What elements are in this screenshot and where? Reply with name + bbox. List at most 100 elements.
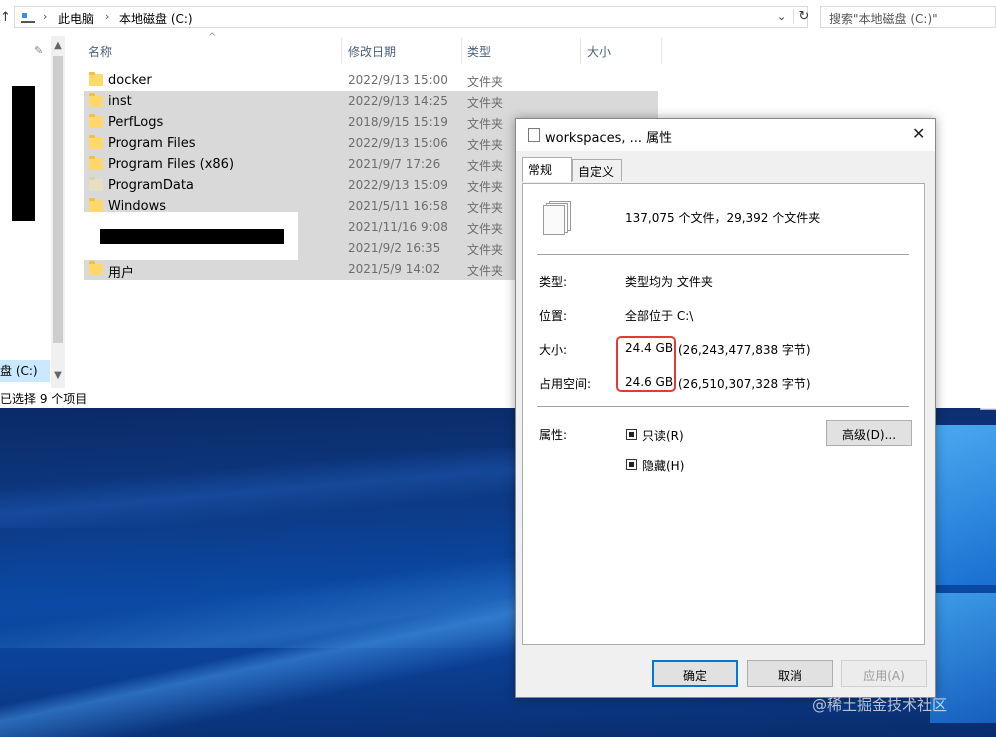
disk-usage-label: 占用空间: (539, 377, 592, 391)
folder-icon (89, 156, 103, 170)
search-input[interactable]: 搜索"本地磁盘 (C:)" (820, 6, 996, 28)
redacted-block (84, 212, 298, 260)
file-name: ProgramData (108, 178, 194, 193)
readonly-label[interactable]: 只读(R) (642, 427, 684, 444)
readonly-checkbox[interactable] (626, 429, 637, 440)
ok-button[interactable]: 确定 (652, 660, 738, 687)
column-divider[interactable] (341, 38, 342, 64)
file-type: 文件夹 (467, 243, 504, 257)
this-pc-icon (21, 13, 35, 23)
tab-custom[interactable]: 自定义 (572, 159, 622, 181)
file-type: 文件夹 (467, 96, 504, 110)
file-date: 2018/9/15 15:19 (348, 115, 448, 129)
file-name: inst (108, 94, 132, 109)
column-divider[interactable] (661, 38, 662, 64)
advanced-button[interactable]: 高级(D)... (826, 420, 912, 446)
file-name: Program Files (108, 136, 196, 151)
type-value: 类型均为 文件夹 (625, 275, 713, 289)
column-header-type[interactable]: 类型 (467, 43, 491, 60)
file-type: 文件夹 (467, 180, 504, 194)
file-name: docker (108, 73, 152, 88)
wallpaper-light-beam (0, 448, 600, 528)
file-type: 文件夹 (467, 222, 504, 236)
file-type: 文件夹 (467, 201, 504, 215)
file-date: 2022/9/13 15:00 (348, 73, 448, 87)
files-count-summary: 137,075 个文件，29,392 个文件夹 (625, 211, 821, 225)
type-label: 类型: (539, 275, 568, 289)
file-row[interactable]: docker 2022/9/13 15:00 文件夹 (84, 70, 658, 91)
nav-item-local-disk[interactable]: 盘 (C:) (0, 360, 50, 382)
folder-icon (89, 261, 103, 275)
breadcrumb-this-pc[interactable]: 此电脑 (58, 10, 94, 27)
file-row[interactable]: inst 2022/9/13 14:25 文件夹 (84, 91, 658, 112)
chevron-right-icon[interactable]: › (43, 10, 47, 23)
chevron-down-icon[interactable]: ⌄ (777, 10, 786, 23)
file-name: PerfLogs (108, 115, 164, 130)
column-header-name[interactable]: 名称 (88, 43, 112, 60)
folder-icon (89, 72, 103, 86)
sort-up-icon: ^ (208, 32, 217, 43)
divider (537, 406, 909, 407)
file-date: 2022/9/13 15:06 (348, 136, 448, 150)
folder-icon (89, 93, 103, 107)
file-type: 文件夹 (467, 117, 504, 131)
dialog-titlebar[interactable]: workspaces, ... 属性 ✕ (516, 119, 935, 151)
divider (537, 254, 909, 255)
file-date: 2021/9/2 16:35 (348, 241, 441, 255)
size-bytes: (26,243,477,838 字节) (678, 343, 811, 357)
location-label: 位置: (539, 309, 568, 323)
chevron-down-icon[interactable]: ▼ (51, 370, 65, 381)
file-type: 文件夹 (467, 75, 504, 89)
scrollbar-thumb[interactable] (53, 56, 63, 343)
properties-dialog: workspaces, ... 属性 ✕ 常规 自定义 137,075 个文件，… (515, 118, 936, 698)
file-type: 文件夹 (467, 138, 504, 152)
file-date: 2021/11/16 9:08 (348, 220, 448, 234)
file-type: 文件夹 (467, 159, 504, 173)
refresh-icon[interactable]: ↻ (793, 9, 812, 24)
file-date: 2022/9/13 15:09 (348, 178, 448, 192)
red-highlight-box (616, 336, 676, 392)
file-date: 2021/5/9 14:02 (348, 262, 441, 276)
properties-icon (528, 126, 543, 142)
column-header-date[interactable]: 修改日期 (348, 43, 396, 60)
column-divider[interactable] (580, 38, 581, 64)
file-name: 用户 (108, 266, 135, 281)
folder-icon (89, 135, 103, 149)
windows-logo (930, 425, 996, 723)
address-bar: ↑ › 此电脑 › 本地磁盘 (C:) ⌄ ↻ (0, 6, 810, 28)
general-tab-panel: 137,075 个文件，29,392 个文件夹 类型: 类型均为 文件夹 位置:… (522, 183, 925, 645)
column-header-size[interactable]: 大小 (587, 43, 611, 60)
folder-icon (89, 198, 103, 212)
file-name: Program Files (x86) (108, 157, 235, 172)
folder-icon (89, 114, 103, 128)
dialog-title: workspaces, ... 属性 (545, 131, 673, 146)
redacted-bar (100, 229, 284, 244)
redacted-block (12, 86, 35, 221)
close-icon[interactable]: ✕ (912, 124, 925, 143)
tab-general[interactable]: 常规 (522, 157, 572, 182)
multiple-files-icon (543, 201, 571, 235)
hidden-checkbox[interactable] (626, 459, 637, 470)
cancel-button[interactable]: 取消 (747, 660, 833, 687)
size-label: 大小: (539, 343, 568, 357)
navigation-pane: ✎ ▲ ▼ (0, 36, 66, 388)
file-date: 2021/5/11 16:58 (348, 199, 448, 213)
chevron-up-icon[interactable]: ▲ (51, 40, 65, 51)
hidden-label[interactable]: 隐藏(H) (642, 457, 684, 474)
folder-icon (89, 177, 103, 191)
nav-scrollbar[interactable]: ▲ ▼ (51, 36, 65, 388)
chevron-right-icon[interactable]: › (105, 10, 109, 23)
attributes-label: 属性: (539, 428, 568, 442)
file-date: 2022/9/13 14:25 (348, 94, 448, 108)
pin-icon[interactable]: ✎ (34, 44, 43, 57)
watermark: @稀土掘金技术社区 (812, 696, 948, 714)
column-divider[interactable] (461, 38, 462, 64)
up-arrow-icon[interactable]: ↑ (0, 10, 11, 25)
file-type: 文件夹 (467, 264, 504, 278)
disk-usage-bytes: (26,510,307,328 字节) (678, 377, 811, 391)
address-box[interactable]: › 此电脑 › 本地磁盘 (C:) ⌄ ↻ (14, 6, 809, 28)
column-header-row: ^ 名称 修改日期 类型 大小 (84, 32, 664, 64)
apply-button[interactable]: 应用(A) (841, 660, 927, 687)
file-date: 2021/9/7 17:26 (348, 157, 441, 171)
breadcrumb-local-disk[interactable]: 本地磁盘 (C:) (119, 10, 193, 27)
